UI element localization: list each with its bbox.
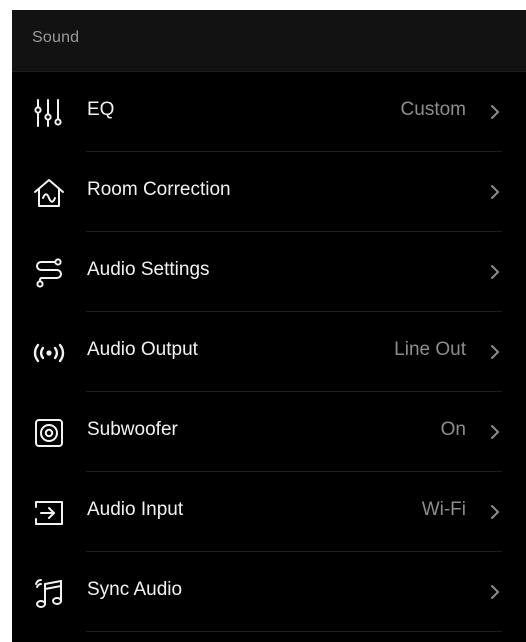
audio-output-label: Audio Output: [87, 339, 198, 360]
eq-label: EQ: [87, 99, 115, 120]
audio-input-label: Audio Input: [87, 499, 184, 520]
chevron-right-icon: [488, 503, 502, 521]
equalizer-sliders-icon: [32, 96, 66, 130]
section-header: Sound: [12, 10, 526, 72]
room-correction-house-icon: [32, 176, 66, 210]
audio-input-value: Wi-Fi: [421, 499, 466, 520]
input-arrow-icon: [32, 496, 66, 530]
sync-audio-row[interactable]: Sync Audio: [12, 552, 526, 632]
eq-row[interactable]: EQ Custom: [12, 72, 526, 152]
chevron-right-icon: [488, 183, 502, 201]
audio-settings-label: Audio Settings: [87, 259, 210, 280]
chevron-right-icon: [488, 583, 502, 601]
chevron-right-icon: [488, 263, 502, 281]
subwoofer-speaker-icon: [32, 416, 66, 450]
chevron-right-icon: [488, 343, 502, 361]
sync-audio-label: Sync Audio: [87, 579, 183, 600]
subwoofer-row[interactable]: Subwoofer On: [12, 392, 526, 472]
audio-input-row[interactable]: Audio Input Wi-Fi: [12, 472, 526, 552]
chevron-right-icon: [488, 103, 502, 121]
subwoofer-value: On: [440, 419, 466, 440]
row-divider: [86, 631, 502, 632]
sync-audio-note-icon: [32, 576, 66, 610]
subwoofer-label: Subwoofer: [87, 419, 178, 440]
audio-settings-row[interactable]: Audio Settings: [12, 232, 526, 312]
section-title: Sound: [32, 29, 80, 46]
room-correction-label: Room Correction: [87, 179, 231, 200]
audio-output-row[interactable]: Audio Output Line Out: [12, 312, 526, 392]
sound-settings-panel: Sound EQ Custom Room Correction Audio Se…: [12, 10, 526, 642]
chevron-right-icon: [488, 423, 502, 441]
audio-output-value: Line Out: [394, 339, 466, 360]
eq-value: Custom: [400, 99, 466, 120]
broadcast-output-icon: [32, 336, 66, 370]
room-correction-row[interactable]: Room Correction: [12, 152, 526, 232]
audio-settings-path-icon: [32, 256, 66, 290]
